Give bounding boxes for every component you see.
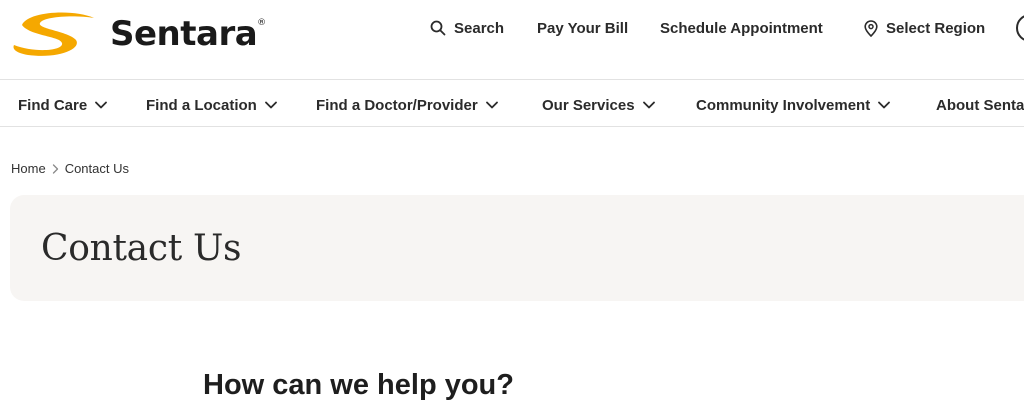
nav-label: About Senta (936, 96, 1024, 114)
chevron-down-icon (878, 101, 891, 109)
nav-label: Our Services (542, 96, 635, 114)
region-label: Select Region (886, 19, 986, 37)
pay-bill-label: Pay Your Bill (537, 19, 629, 37)
sentara-logo[interactable]: Sentara® (10, 9, 266, 59)
nav-find-care[interactable]: Find Care (18, 94, 108, 116)
nav-label: Find a Doctor/Provider (316, 96, 478, 114)
brand-name: Sentara® (110, 14, 266, 54)
schedule-appointment-link[interactable]: Schedule Appointment (660, 16, 823, 40)
chevron-down-icon (95, 101, 108, 109)
nav-community-involvement[interactable]: Community Involvement (696, 94, 891, 116)
nav-find-doctor[interactable]: Find a Doctor/Provider (316, 94, 498, 116)
nav-find-location[interactable]: Find a Location (146, 94, 277, 116)
help-heading: How can we help you? (203, 369, 514, 401)
breadcrumb-current: Contact Us (64, 161, 129, 176)
sentara-swoosh-icon (13, 12, 94, 56)
location-pin-icon (864, 19, 878, 37)
page-title: Contact Us (41, 228, 242, 269)
account-icon[interactable] (1016, 14, 1024, 42)
page-hero: Contact Us (10, 195, 1024, 301)
chevron-down-icon (485, 101, 498, 109)
nav-label: Find a Location (146, 96, 257, 114)
pay-bill-link[interactable]: Pay Your Bill (537, 16, 628, 40)
chevron-down-icon (264, 101, 277, 109)
select-region-link[interactable]: Select Region (864, 16, 985, 40)
search-link[interactable]: Search (430, 16, 504, 40)
search-icon (430, 20, 446, 36)
chevron-right-icon (52, 163, 59, 174)
search-label: Search (454, 19, 505, 37)
schedule-label: Schedule Appointment (660, 19, 823, 37)
site-header: Sentara® Search Pay Your Bill Schedule A… (0, 0, 1024, 80)
nav-our-services[interactable]: Our Services (542, 94, 655, 116)
main-navigation: Find Care Find a Location Find a Doctor/… (0, 81, 1024, 127)
nav-about[interactable]: About Senta (936, 94, 1024, 116)
breadcrumb-home-link[interactable]: Home (11, 161, 46, 176)
breadcrumb: Home Contact Us (11, 161, 129, 176)
chevron-down-icon (642, 101, 655, 109)
nav-label: Community Involvement (696, 96, 871, 114)
nav-label: Find Care (18, 96, 88, 114)
brand-reg-mark: ® (257, 18, 266, 28)
